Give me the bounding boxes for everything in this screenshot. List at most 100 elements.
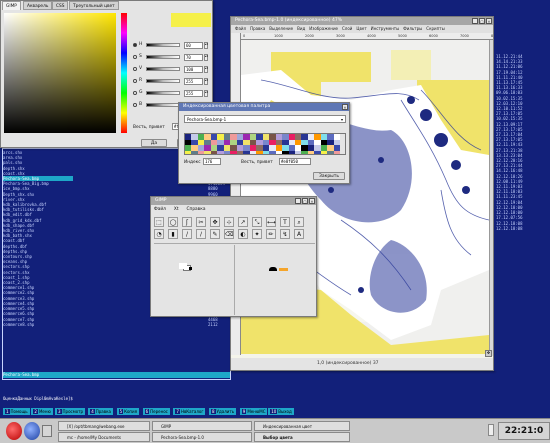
task-map[interactable]: Pechora-Sea.bmp-1.0 [152,432,252,442]
spin-arrows-icon[interactable]: ▴▾ [204,65,208,73]
channel-value[interactable]: 60 [184,41,203,49]
palette-titlebar[interactable]: Индексированная цветовая палитра [179,103,349,111]
palette-hex-input[interactable]: #e8f050 [279,158,311,165]
foreground-color-swatch[interactable] [179,263,187,269]
command-prompt[interactable]: ОценкаДанных Dipl0mAvaKesle]$ [3,396,303,402]
task-terminal[interactable]: [X] /opt/tbmang/webang.exe [58,421,150,431]
tool-icon-3[interactable]: ✂ [196,217,206,227]
navigate-icon[interactable]: ✥ [485,350,492,357]
saturation-value-square[interactable] [4,13,116,133]
gimp-menu-item[interactable]: Xt [174,207,179,212]
start-menu-icon[interactable] [6,422,22,440]
task-gimp[interactable]: GIMP [152,421,252,431]
task-palette[interactable]: Индексированная цвет [254,421,350,431]
map-menu-item[interactable]: Вид [297,26,305,31]
tool-icon-8[interactable]: ⟷ [266,217,276,227]
tool-icon-15[interactable]: ✎ [210,229,220,239]
tool-icon-20[interactable]: ↯ [280,229,290,239]
channel-radio[interactable] [133,43,137,47]
tab-watercolor[interactable]: Акварель [23,1,53,10]
spin-arrows-icon[interactable]: ▴▾ [204,89,208,97]
tool-icon-18[interactable]: ✦ [252,229,262,239]
gimp-menu-item[interactable]: Файл [154,207,166,212]
tab-gimp[interactable]: GIMP [2,1,21,10]
channel-slider[interactable] [146,79,180,83]
desktop-switcher-icon[interactable] [42,425,52,437]
spin-arrows-icon[interactable]: ▴▾ [204,41,208,49]
channel-slider[interactable] [146,55,180,59]
tool-icon-6[interactable]: ↗ [238,217,248,227]
minimize-icon[interactable]: _ [295,198,301,204]
gimp-menu-item[interactable]: Справка [187,207,206,212]
maximize-icon[interactable]: □ [479,18,485,24]
channel-radio[interactable] [133,91,137,95]
minimize-icon[interactable]: _ [472,18,478,24]
tool-icon-14[interactable]: ∕ [196,229,206,239]
map-menu-item[interactable]: Фильтры [403,26,422,31]
channel-slider[interactable] [146,91,180,95]
file-row[interactable]: commerce8.shp [3,322,73,327]
close-icon[interactable]: × [309,198,315,204]
channel-slider[interactable] [146,103,180,107]
map-menu-item[interactable]: Цвет [356,26,366,31]
fkey-9[interactable]: 9 МенюMC [239,408,268,415]
tool-icon-7[interactable]: ⤡ [252,217,262,227]
palette-swatch[interactable] [333,150,341,154]
spin-arrows-icon[interactable]: ▴▾ [204,53,208,61]
pattern-preview-icon[interactable] [279,268,288,271]
tool-icon-10[interactable]: ⌕ [294,217,304,227]
fkey-6[interactable]: 6 Перенос [142,408,170,415]
channel-slider[interactable] [146,67,180,71]
right-panel-file-list[interactable]: 11.12.21:44 14.14.21:33 11.12.21:06 17.19.0… [494,16,550,371]
tool-icon-1[interactable]: ◯ [168,217,178,227]
map-menu-item[interactable]: Изображение [309,26,338,31]
fkey-4[interactable]: 4 Правка [88,408,113,415]
tool-icon-21[interactable]: A [294,229,304,239]
brush-preview-icon[interactable] [269,267,277,271]
tool-icon-19[interactable]: ✏ [266,229,276,239]
tool-icon-5[interactable]: ⊹ [224,217,234,227]
map-menu-item[interactable]: Правка [250,26,265,31]
channel-radio[interactable] [133,67,137,71]
close-icon[interactable]: × [342,104,348,110]
tab-css[interactable]: CSS [52,1,69,10]
tool-icon-12[interactable]: ▮ [168,229,178,239]
fkey-5[interactable]: 5 Копия [116,408,140,415]
tool-icon-9[interactable]: T [280,217,290,227]
maximize-icon[interactable]: □ [302,198,308,204]
channel-radio[interactable] [133,103,137,107]
clock[interactable]: 22:21:0 [498,422,550,440]
task-mc[interactable]: mc - /home/My Documents [58,432,150,442]
map-menu-item[interactable]: Скрипты [426,26,444,31]
tool-icon-11[interactable]: ◔ [154,229,164,239]
tool-icon-2[interactable]: ʃ [182,217,192,227]
tab-triangle[interactable]: Треугольный цвет [69,1,119,10]
channel-value[interactable]: 255 [184,77,203,85]
hue-slider[interactable] [121,13,127,133]
index-input[interactable]: 176 [203,158,221,165]
tool-icon-0[interactable]: ⬚ [154,217,164,227]
ok-button[interactable]: Да [141,139,167,147]
swap-colors-icon[interactable] [189,267,192,270]
map-menu-item[interactable]: Выделение [269,26,293,31]
fkey-7[interactable]: 7 НвКаталог [173,408,206,415]
map-menu-item[interactable]: Файл [235,26,246,31]
map-vertical-scrollbar[interactable] [489,40,493,356]
palette-swatch-grid[interactable] [184,133,346,155]
fkey-3[interactable]: 3 Просмотр [55,408,86,415]
channel-radio[interactable] [133,55,137,59]
close-button[interactable]: Закрыть [313,172,345,180]
browser-launcher-icon[interactable] [24,422,40,440]
fkey-1[interactable]: 1 Помощь [3,408,30,415]
map-menu-item[interactable]: Слой [342,26,352,31]
tool-icon-13[interactable]: / [182,229,192,239]
channel-slider[interactable] [146,43,180,47]
tool-icon-4[interactable]: ✥ [210,217,220,227]
left-panel-file-list[interactable]: arcs.shx area.shx pals.shx depth.shx coast.s… [3,150,73,350]
channel-value[interactable]: 70 [184,53,203,61]
tool-icon-16[interactable]: ⌫ [224,229,234,239]
close-icon[interactable]: × [486,18,492,24]
gimp-titlebar[interactable]: GIMP [151,197,316,205]
tray-icon[interactable] [488,424,494,436]
task-color-chooser[interactable]: Выбор цвета [254,432,350,442]
